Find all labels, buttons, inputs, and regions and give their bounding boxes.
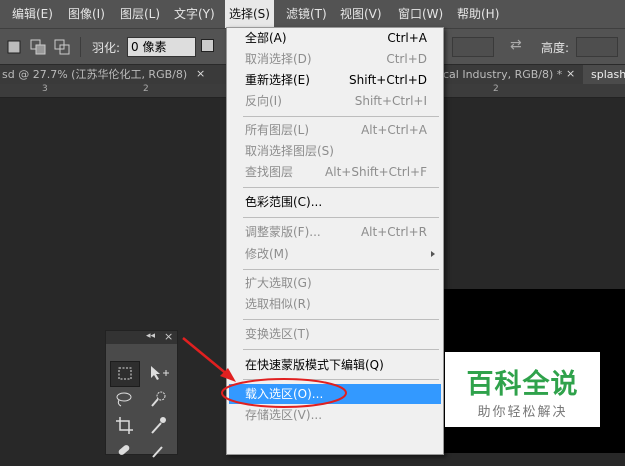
annotation-arrow <box>182 337 229 376</box>
watermark-logo: 百科全说 助你轻松解决 <box>445 352 600 427</box>
watermark-subtitle: 助你轻松解决 <box>477 405 568 420</box>
watermark-title: 百科全说 <box>466 369 579 400</box>
annotation-ellipse <box>221 378 347 408</box>
